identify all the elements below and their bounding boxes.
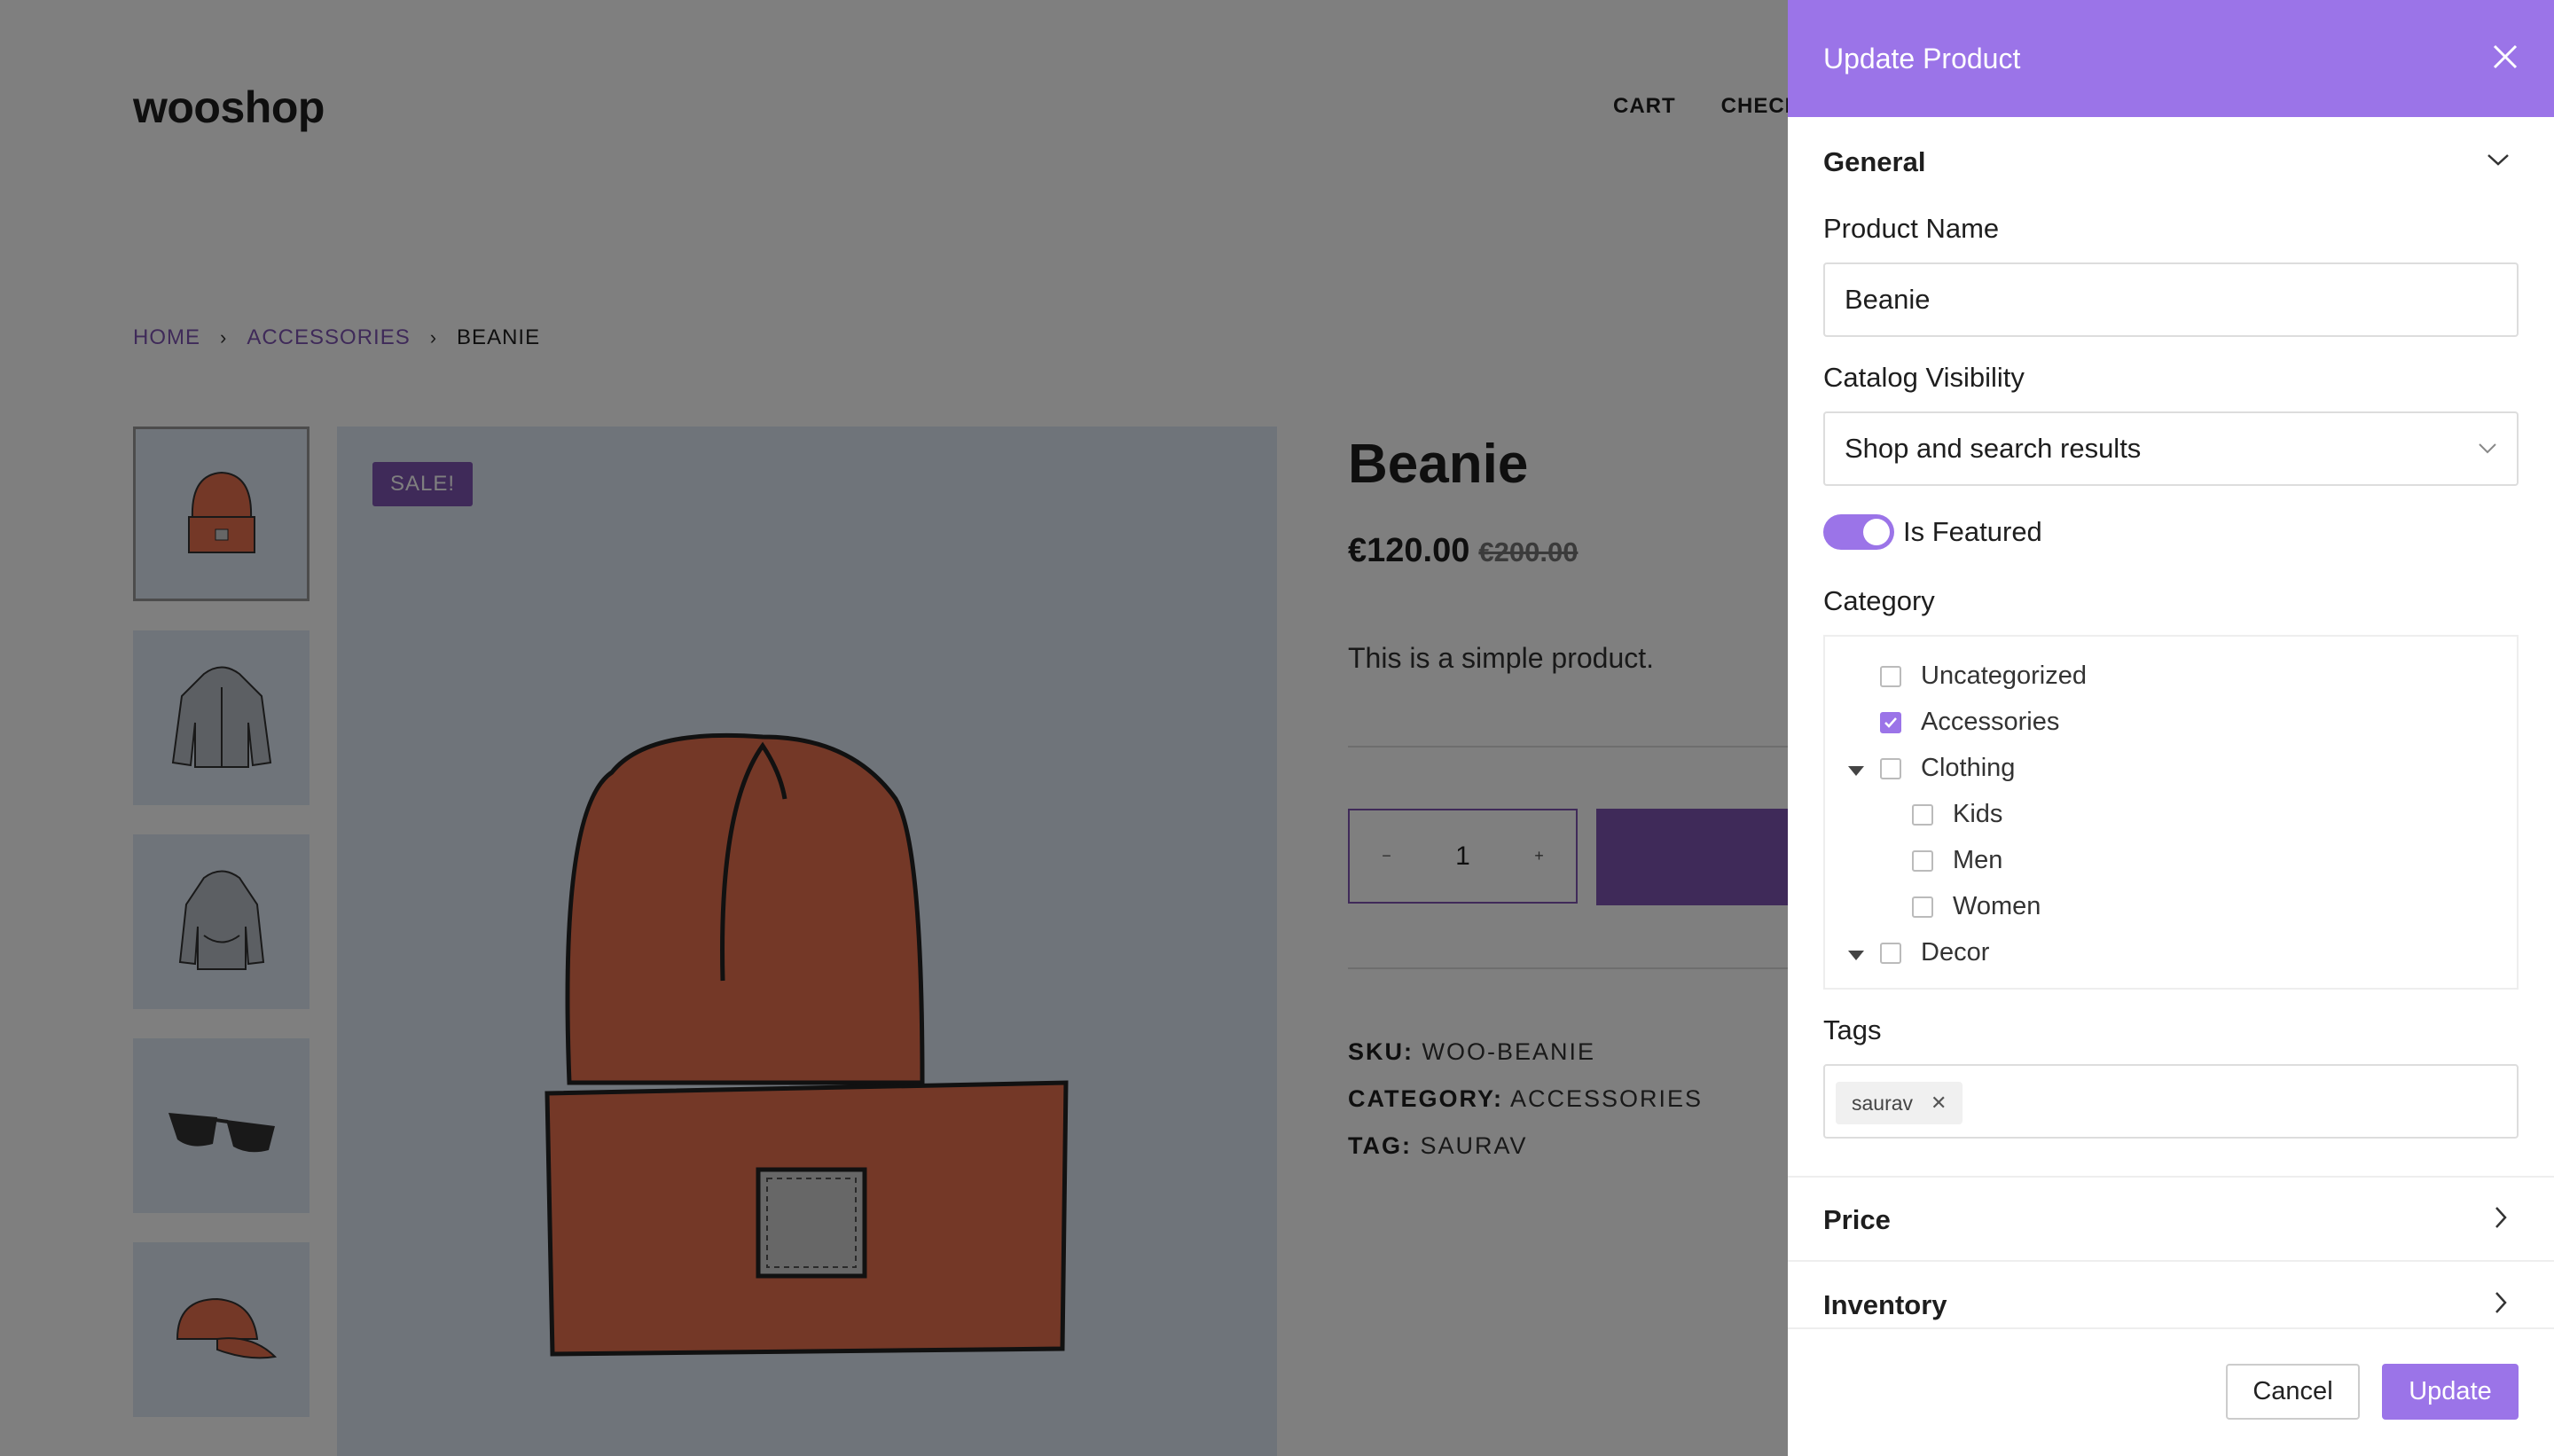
product-name-label: Product Name [1823,213,2000,244]
category-item-label: Decor [1921,938,1990,967]
catalog-visibility-label: Catalog Visibility [1823,362,2025,393]
chevron-right-icon[interactable] [2492,1205,2510,1230]
drawer-title: Update Product [1823,43,2021,74]
tags-input[interactable]: saurav ✕ [1823,1064,2519,1139]
checkbox[interactable] [1912,849,1933,872]
check-icon [1884,716,1897,728]
product-name-input[interactable]: Beanie [1823,262,2519,337]
tag-chip-label: saurav [1852,1091,1914,1115]
checkbox[interactable] [1880,757,1901,779]
chevron-right-icon[interactable] [2492,1290,2510,1315]
category-item-men[interactable]: Men [1912,846,2002,875]
update-product-drawer: Update Product General Product Name Bean… [1788,0,2554,1456]
catalog-visibility-value: Shop and search results [1845,433,2142,464]
price-section-header[interactable]: Price [1823,1204,1891,1236]
category-item-label: Uncategorized [1921,661,2087,690]
tag-chip: saurav ✕ [1836,1082,1963,1124]
checkbox[interactable] [1912,896,1933,918]
inventory-section-header[interactable]: Inventory [1823,1289,1947,1321]
is-featured-label: Is Featured [1903,516,2042,547]
update-button[interactable]: Update [2382,1364,2519,1420]
category-item-label: Women [1953,892,2041,920]
toggle-knob [1863,519,1890,545]
category-item-label: Kids [1953,800,2003,828]
category-item-label: Clothing [1921,754,2016,782]
category-item-decor[interactable]: Decor [1880,938,1989,967]
tags-label: Tags [1823,1014,1882,1045]
close-icon[interactable] [2492,41,2519,74]
cancel-button[interactable]: Cancel [2226,1364,2360,1420]
divider [1788,1327,2554,1329]
category-item-accessories[interactable]: Accessories [1880,708,2059,737]
divider [1788,1176,2554,1178]
is-featured-toggle[interactable] [1823,514,1894,550]
checkbox-checked[interactable] [1880,711,1901,733]
drawer-header: Update Product [1788,0,2554,117]
divider [1788,1260,2554,1262]
category-label: Category [1823,585,1935,616]
catalog-visibility-select[interactable]: Shop and search results [1823,411,2519,486]
chevron-down-icon[interactable] [2487,151,2510,168]
remove-tag-icon[interactable]: ✕ [1931,1092,1947,1115]
caret-down-icon[interactable] [1848,951,1864,960]
category-item-kids[interactable]: Kids [1912,800,2002,829]
checkbox[interactable] [1880,665,1901,687]
category-item-clothing[interactable]: Clothing [1880,754,2015,783]
category-item-label: Accessories [1921,708,2060,736]
checkbox[interactable] [1880,942,1901,964]
category-tree: Uncategorized Accessories Clothing Kids … [1823,635,2519,990]
category-item-label: Men [1953,846,2003,874]
category-item-uncategorized[interactable]: Uncategorized [1880,661,2087,691]
chevron-down-icon [2479,443,2496,454]
general-section-header[interactable]: General [1823,146,1925,178]
caret-down-icon[interactable] [1848,766,1864,776]
checkbox[interactable] [1912,803,1933,826]
category-item-women[interactable]: Women [1912,892,2041,921]
